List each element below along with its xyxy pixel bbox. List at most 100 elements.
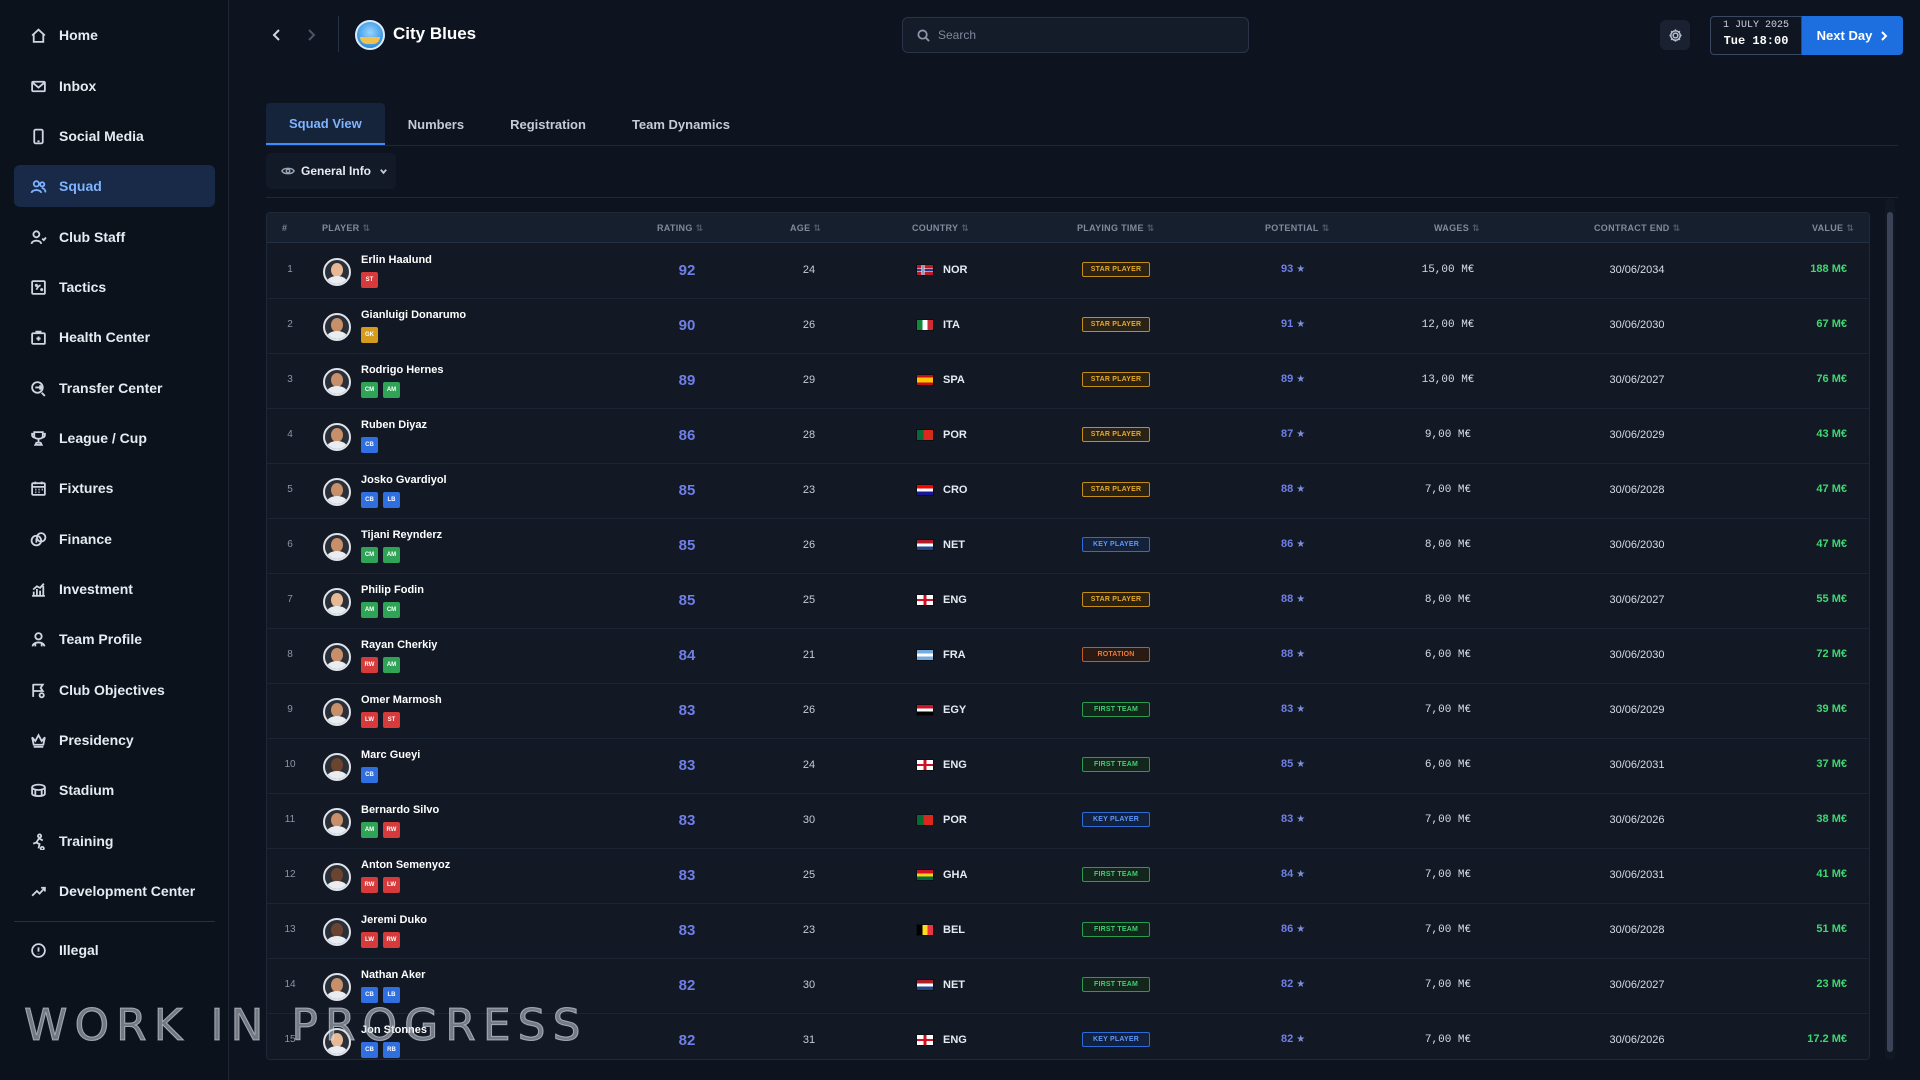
table-row[interactable]: 5 Josko Gvardiyol CB LB 85 23 CRO STAR PL… <box>267 464 1869 519</box>
scrollbar-thumb[interactable] <box>1887 212 1893 1052</box>
sidebar-item-presidency[interactable]: Presidency <box>14 719 215 761</box>
player-name[interactable]: Rodrigo Hernes <box>361 364 444 376</box>
sidebar-item-team-profile[interactable]: Team Profile <box>14 618 215 660</box>
player-avatar <box>323 863 351 891</box>
column-header-potential[interactable]: POTENTIAL ⇅ <box>1265 223 1330 234</box>
column-header-player[interactable]: PLAYER ⇅ <box>322 223 370 234</box>
player-name[interactable]: Josko Gvardiyol <box>361 474 447 486</box>
sidebar-item-development-center[interactable]: Development Center <box>14 870 215 912</box>
column-header-country[interactable]: COUNTRY ⇅ <box>912 223 969 234</box>
table-row[interactable]: 14 Nathan Aker CB LB 82 30 NET FIRST TEAM… <box>267 959 1869 1014</box>
next-day-button[interactable]: Next Day <box>1802 16 1903 55</box>
player-name[interactable]: Omer Marmosh <box>361 694 442 706</box>
column-header-rating[interactable]: RATING ⇅ <box>657 223 703 234</box>
table-row[interactable]: 6 Tijani Reynderz CM AM 85 26 NET KEY PLA… <box>267 519 1869 574</box>
player-avatar <box>323 643 351 671</box>
table-row[interactable]: 2 Gianluigi Donarumo GK 90 26 ITA STAR P… <box>267 299 1869 354</box>
column-header-label: VALUE <box>1812 223 1844 233</box>
search-box[interactable] <box>902 17 1249 53</box>
table-row[interactable]: 1 Erlin Haalund ST 92 24 NOR STAR PLAYER… <box>267 244 1869 299</box>
table-row[interactable]: 11 Bernardo Silvo AM RW 83 30 POR KEY PLA… <box>267 794 1869 849</box>
sidebar-item-label: League / Cup <box>59 430 147 446</box>
player-name[interactable]: Anton Semenyoz <box>361 859 450 871</box>
sidebar-item-inbox[interactable]: Inbox <box>14 65 215 107</box>
player-name[interactable]: Marc Gueyi <box>361 749 420 761</box>
column-header-playing-time[interactable]: PLAYING TIME ⇅ <box>1077 223 1155 234</box>
sidebar-item-club-objectives[interactable]: Club Objectives <box>14 669 215 711</box>
player-wages: 13,00 M€ <box>1421 374 1475 386</box>
table-row[interactable]: 7 Philip Fodin AM CM 85 25 ENG STAR PLAYE… <box>267 574 1869 629</box>
player-name[interactable]: Nathan Aker <box>361 969 425 981</box>
player-name[interactable]: Tijani Reynderz <box>361 529 442 541</box>
playing-time-badge: FIRST TEAM <box>1082 922 1150 937</box>
back-button[interactable] <box>267 22 287 48</box>
player-name[interactable]: Ruben Diyaz <box>361 419 427 431</box>
sidebar-item-squad[interactable]: Squad <box>14 165 215 207</box>
table-row[interactable]: 15 Jon Stonnes CB RB 82 31 ENG KEY PLAYER… <box>267 1014 1869 1059</box>
player-potential: 88 ★ <box>1281 483 1341 495</box>
settings-button[interactable] <box>1660 20 1690 50</box>
position-badge: RW <box>383 822 400 838</box>
table-row[interactable]: 9 Omer Marmosh LW ST 83 26 EGY FIRST TEAM… <box>267 684 1869 739</box>
tab-team-dynamics[interactable]: Team Dynamics <box>609 103 753 145</box>
player-name[interactable]: Erlin Haalund <box>361 254 432 266</box>
sidebar-item-training[interactable]: Training <box>14 820 215 862</box>
column-header-wages[interactable]: WAGES ⇅ <box>1434 223 1480 234</box>
divider <box>338 16 339 52</box>
sidebar-item-social-media[interactable]: Social Media <box>14 115 215 157</box>
player-name[interactable]: Rayan Cherkiy <box>361 639 437 651</box>
tab-registration[interactable]: Registration <box>487 103 609 145</box>
flag-cro-icon <box>916 484 934 496</box>
sidebar-item-label: Social Media <box>59 128 144 144</box>
player-potential: 93 ★ <box>1281 263 1341 275</box>
player-country: GHA <box>943 869 968 881</box>
playing-time-badge: KEY PLAYER <box>1082 1032 1150 1047</box>
table-row[interactable]: 13 Jeremi Duko LW RW 83 23 BEL FIRST TEAM… <box>267 904 1869 959</box>
position-badge: CM <box>361 547 378 563</box>
table-row[interactable]: 8 Rayan Cherkiy RW AM 84 21 FRA ROTATION … <box>267 629 1869 684</box>
table-row[interactable]: 12 Anton Semenyoz RW LW 83 25 GHA FIRST T… <box>267 849 1869 904</box>
team-profile-icon-wrap <box>28 629 48 649</box>
star-icon: ★ <box>1296 594 1306 605</box>
view-select[interactable]: General Info <box>266 153 396 189</box>
sidebar-item-investment[interactable]: Investment <box>14 568 215 610</box>
flag-gha-icon <box>916 869 934 881</box>
star-icon: ★ <box>1296 319 1306 330</box>
player-name[interactable]: Philip Fodin <box>361 584 424 596</box>
training-icon <box>32 832 45 850</box>
column-header-value[interactable]: VALUE ⇅ <box>1812 223 1854 234</box>
player-name[interactable]: Gianluigi Donarumo <box>361 309 466 321</box>
illegal-icon <box>30 942 46 958</box>
position-badge: LW <box>383 877 400 893</box>
sidebar-item-stadium[interactable]: Stadium <box>14 769 215 811</box>
column-header-contract-end[interactable]: CONTRACT END ⇅ <box>1594 223 1680 234</box>
forward-button[interactable] <box>301 22 321 48</box>
sidebar-item-health-center[interactable]: Health Center <box>14 316 215 358</box>
star-icon: ★ <box>1296 264 1306 275</box>
sidebar-item-club-staff[interactable]: Club Staff <box>14 216 215 258</box>
player-name[interactable]: Jon Stonnes <box>361 1024 427 1036</box>
player-wages: 7,00 M€ <box>1424 869 1472 881</box>
sidebar-item-illegal[interactable]: Illegal <box>14 929 215 971</box>
potential-value: 87 <box>1281 428 1294 440</box>
sidebar-item-finance[interactable]: Finance <box>14 518 215 560</box>
sidebar-item-tactics[interactable]: Tactics <box>14 266 215 308</box>
player-name[interactable]: Bernardo Silvo <box>361 804 439 816</box>
contract-end: 30/06/2031 <box>1609 869 1665 881</box>
table-row[interactable]: 10 Marc Gueyi CB 83 24 ENG FIRST TEAM 85… <box>267 739 1869 794</box>
table-row[interactable]: 4 Ruben Diyaz CB 86 28 POR STAR PLAYER 8… <box>267 409 1869 464</box>
column-header-age[interactable]: AGE ⇅ <box>790 223 821 234</box>
home-icon <box>31 27 45 43</box>
trophy-icon <box>30 430 46 446</box>
player-name[interactable]: Jeremi Duko <box>361 914 427 926</box>
position-badge: CB <box>361 1042 378 1058</box>
sidebar-item-league-cup[interactable]: League / Cup <box>14 417 215 459</box>
sidebar-item-fixtures[interactable]: Fixtures <box>14 467 215 509</box>
tab-numbers[interactable]: Numbers <box>385 103 487 145</box>
sidebar-item-transfer-center[interactable]: Transfer Center <box>14 367 215 409</box>
search-input[interactable] <box>938 28 1238 42</box>
coins-icon <box>30 531 46 546</box>
tab-squad-view[interactable]: Squad View <box>266 103 385 145</box>
table-row[interactable]: 3 Rodrigo Hernes CM AM 89 29 SPA STAR PLA… <box>267 354 1869 409</box>
sidebar-item-home[interactable]: Home <box>14 14 215 56</box>
